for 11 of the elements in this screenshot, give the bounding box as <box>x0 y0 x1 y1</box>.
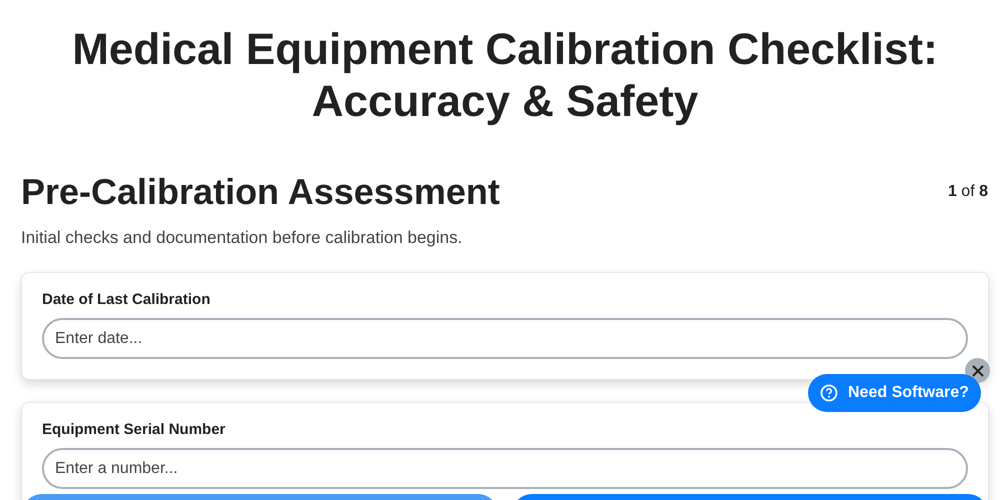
help-icon <box>820 384 838 402</box>
help-button[interactable]: Need Software? <box>808 374 981 412</box>
section-heading: Pre-Calibration Assessment <box>21 170 500 214</box>
input-field[interactable]: Enter a number... <box>42 448 968 489</box>
input-field[interactable]: Enter date... <box>42 318 968 359</box>
step-counter: 1 of 8 <box>948 183 988 201</box>
page-title: Medical Equipment Calibration Checklist: Accuracy & Safety <box>71 24 939 128</box>
field-label: Date of Last Calibration <box>42 291 210 308</box>
section-description: Initial checks and documentation before calibration begins. <box>21 228 462 248</box>
close-icon <box>972 364 984 376</box>
field-label: Equipment Serial Number <box>42 421 226 438</box>
